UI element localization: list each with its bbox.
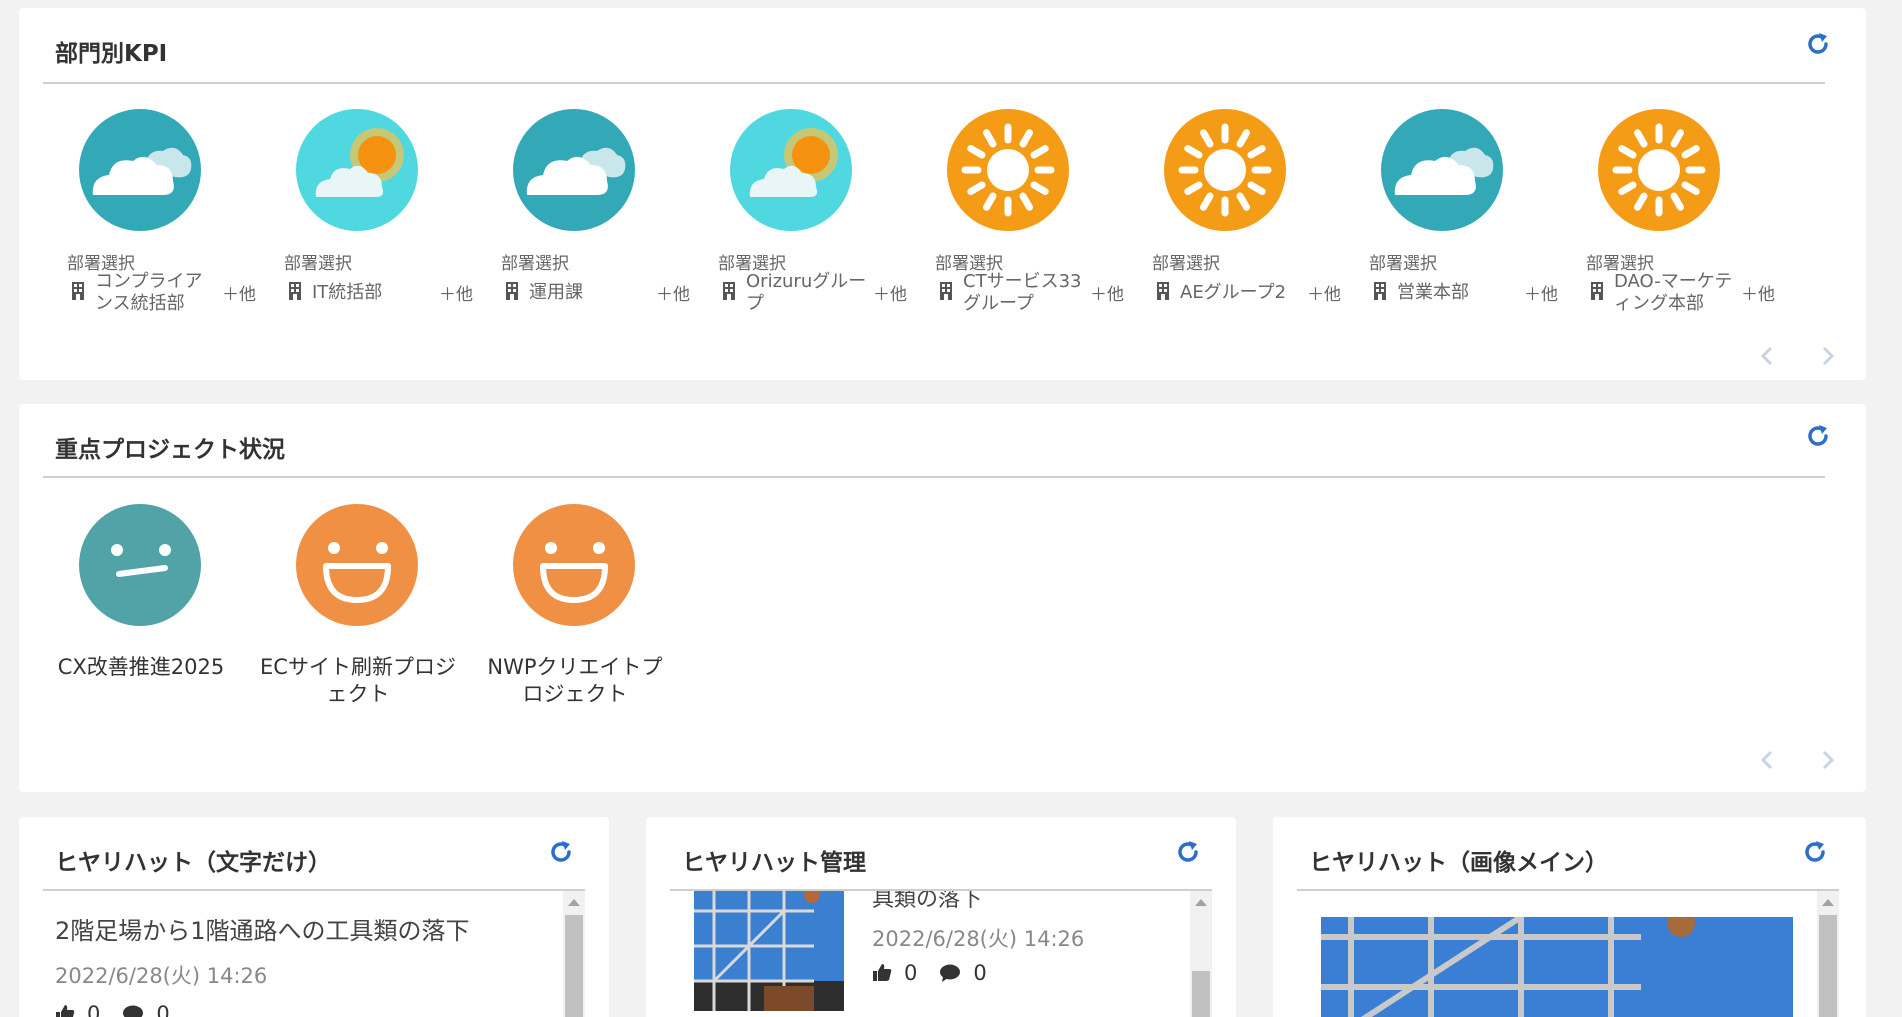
divider xyxy=(43,476,1825,478)
panel-title: 部門別KPI xyxy=(55,41,168,67)
building-icon xyxy=(1374,282,1386,300)
reaction-row: 0 0 xyxy=(872,961,987,985)
scaffold-main-image[interactable] xyxy=(1321,917,1793,1017)
cloudy-icon[interactable] xyxy=(79,109,201,231)
like-count: 0 xyxy=(87,1002,101,1017)
more-link[interactable]: ＋他 xyxy=(439,280,473,305)
cloudy-icon[interactable] xyxy=(1381,109,1503,231)
more-link[interactable]: ＋他 xyxy=(1307,280,1341,305)
refresh-icon[interactable] xyxy=(1805,31,1831,57)
happy-face-icon[interactable] xyxy=(513,504,635,626)
scrollbar[interactable] xyxy=(1817,891,1839,1017)
list-item[interactable]: 具類の落下 2022/6/28(火) 14:26 0 0 xyxy=(670,891,1190,1017)
list-item[interactable]: 2階足場から1階通路への工具類の落下 2022/6/28(火) 14:26 0 … xyxy=(55,911,555,1017)
panel-title: ヒヤリハット管理 xyxy=(682,850,866,876)
entry-date: 2022/6/28(火) 14:26 xyxy=(55,964,268,988)
refresh-icon[interactable] xyxy=(548,839,574,865)
scroll-up-icon[interactable] xyxy=(568,899,580,906)
project-name[interactable]: ECサイト刷新プロジェクト xyxy=(260,654,456,708)
dept-name: CTサービス33グループ xyxy=(963,271,1082,314)
entry-title[interactable]: 2階足場から1階通路への工具類の落下 xyxy=(55,911,555,946)
hiyari-list[interactable]: 2階足場から1階通路への工具類の落下 2022/6/28(火) 14:26 0 … xyxy=(43,891,585,1017)
project-name[interactable]: NWPクリエイトプロジェクト xyxy=(477,654,673,708)
dept-name: 運用課 xyxy=(529,282,583,303)
dept-name: Orizuruグループ xyxy=(746,271,867,314)
more-link[interactable]: ＋他 xyxy=(1090,280,1124,305)
comment-icon[interactable] xyxy=(122,1004,144,1017)
hiyari-manage-panel: ヒヤリハット管理 具類の落下 2022/6/28(火) 14:26 0 0 xyxy=(646,817,1236,1017)
panel-title: ヒヤリハット（文字だけ） xyxy=(55,850,331,876)
comment-count: 0 xyxy=(973,961,987,985)
hiyari-list[interactable]: 具類の落下 2022/6/28(火) 14:26 0 0 xyxy=(670,891,1212,1017)
building-icon xyxy=(506,282,518,300)
panel-title: 重点プロジェクト状況 xyxy=(55,437,285,463)
project-list: CX改善推進2025 ECサイト刷新プロジェクト NWPクリエイトプロジェクト xyxy=(19,504,1019,724)
thumbs-up-icon[interactable] xyxy=(55,1004,75,1017)
scroll-up-icon[interactable] xyxy=(1822,899,1834,906)
scroll-thumb[interactable] xyxy=(1192,971,1210,1017)
prev-arrow-icon[interactable] xyxy=(1756,344,1780,368)
dept-name: 営業本部 xyxy=(1397,282,1469,303)
building-icon xyxy=(289,282,301,300)
dept-name: IT統括部 xyxy=(312,282,383,303)
dept-name: DAO-マーケティング本部 xyxy=(1614,271,1733,314)
kpi-list: 部署選択 コンプライアンス統括部 ＋他 部署選択 IT統括部 ＋他 部署選択 運… xyxy=(19,109,1866,314)
sunny-icon[interactable] xyxy=(1164,109,1286,231)
building-icon xyxy=(940,282,952,300)
hiyari-list[interactable] xyxy=(1297,891,1839,1017)
kpi-panel: 部門別KPI 部署選択 コンプライアンス統括部 ＋他 部署選択 IT統括部 ＋他… xyxy=(19,8,1866,380)
more-link[interactable]: ＋他 xyxy=(873,280,907,305)
scrollbar[interactable] xyxy=(1190,891,1212,1017)
comment-icon[interactable] xyxy=(939,963,961,983)
like-count: 0 xyxy=(904,961,918,985)
sunny-icon[interactable] xyxy=(1598,109,1720,231)
building-icon xyxy=(1157,282,1169,300)
thumbs-up-icon[interactable] xyxy=(872,963,892,983)
comment-count: 0 xyxy=(156,1002,170,1017)
hiyari-image-panel: ヒヤリハット（画像メイン） xyxy=(1273,817,1866,1017)
building-icon xyxy=(1591,282,1603,300)
refresh-icon[interactable] xyxy=(1805,423,1831,449)
scroll-up-icon[interactable] xyxy=(1195,899,1207,906)
more-link[interactable]: ＋他 xyxy=(222,280,256,305)
panel-title: ヒヤリハット（画像メイン） xyxy=(1309,850,1608,876)
refresh-icon[interactable] xyxy=(1175,839,1201,865)
neutral-face-icon[interactable] xyxy=(79,504,201,626)
more-link[interactable]: ＋他 xyxy=(656,280,690,305)
cloudy-icon[interactable] xyxy=(513,109,635,231)
scrollbar[interactable] xyxy=(563,891,585,1017)
dept-name: AEグループ2 xyxy=(1180,282,1287,303)
next-arrow-icon[interactable] xyxy=(1815,748,1839,772)
refresh-icon[interactable] xyxy=(1802,839,1828,865)
entry-date: 2022/6/28(火) 14:26 xyxy=(872,927,1085,951)
building-icon xyxy=(723,282,735,300)
scroll-thumb[interactable] xyxy=(565,915,583,1017)
building-icon xyxy=(72,282,84,300)
more-link[interactable]: ＋他 xyxy=(1524,280,1558,305)
partly-sunny-icon[interactable] xyxy=(730,109,852,231)
project-panel: 重点プロジェクト状況 CX改善推進2025 ECサイト刷新プロジェクト NWPク… xyxy=(19,404,1866,792)
scroll-thumb[interactable] xyxy=(1819,915,1837,1017)
project-name[interactable]: CX改善推進2025 xyxy=(43,654,239,681)
entry-title[interactable]: 具類の落下 xyxy=(872,891,982,913)
hiyari-text-panel: ヒヤリハット（文字だけ） 2階足場から1階通路への工具類の落下 2022/6/2… xyxy=(19,817,609,1017)
happy-face-icon[interactable] xyxy=(296,504,418,626)
more-link[interactable]: ＋他 xyxy=(1741,280,1775,305)
next-arrow-icon[interactable] xyxy=(1815,344,1839,368)
prev-arrow-icon[interactable] xyxy=(1756,748,1780,772)
dept-name: コンプライアンス統括部 xyxy=(95,271,203,314)
reaction-row: 0 0 xyxy=(55,1002,555,1017)
scaffold-thumbnail-image[interactable] xyxy=(694,891,844,1011)
divider xyxy=(43,82,1825,84)
sunny-icon[interactable] xyxy=(947,109,1069,231)
partly-sunny-icon[interactable] xyxy=(296,109,418,231)
